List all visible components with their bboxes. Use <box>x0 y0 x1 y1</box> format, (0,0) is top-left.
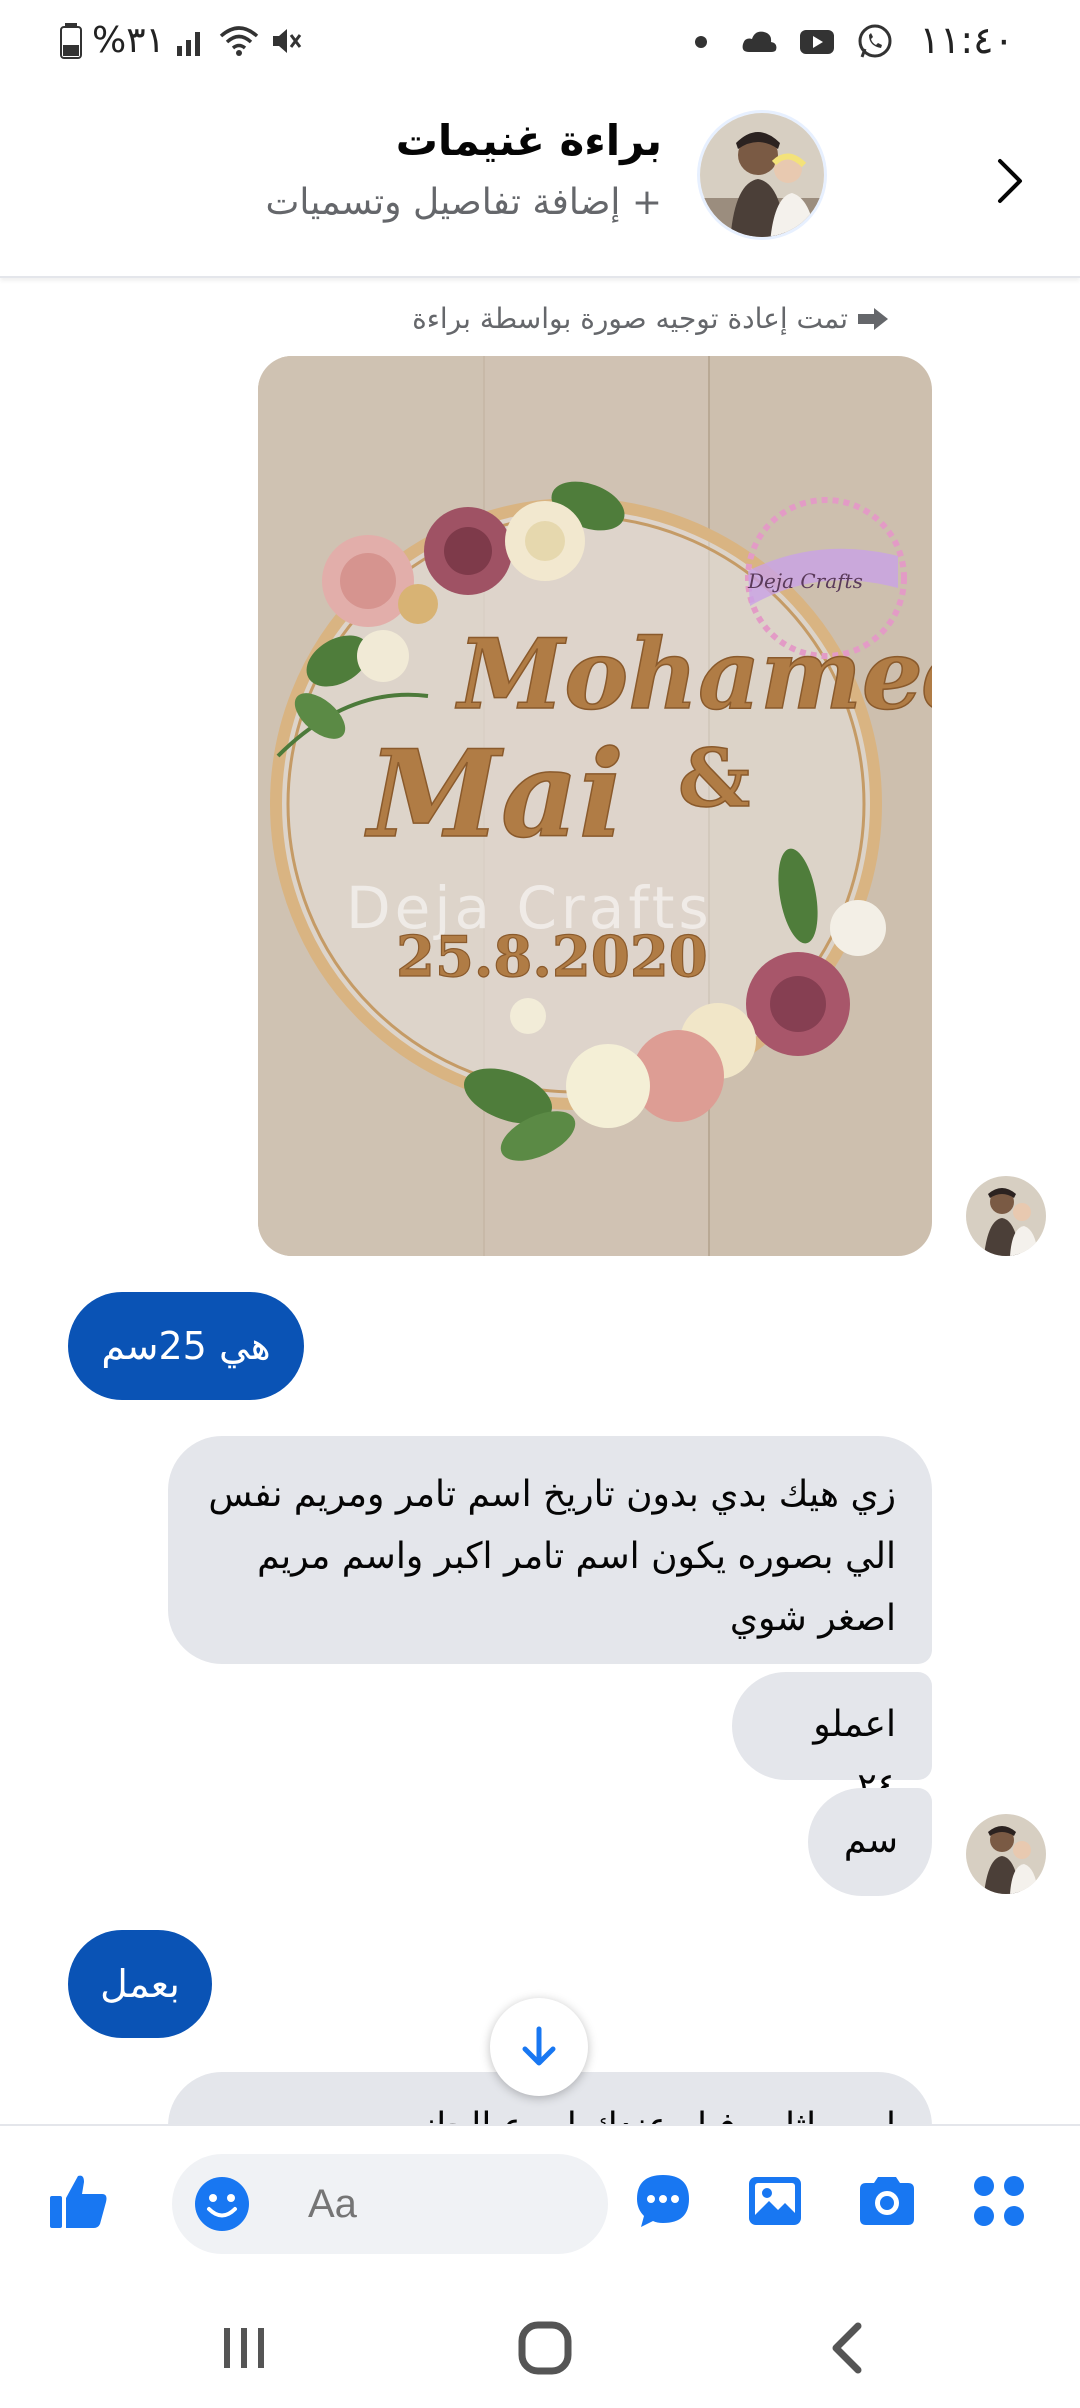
emoji-icon[interactable] <box>194 2176 250 2232</box>
chevron-right-icon <box>998 159 1022 203</box>
photo-name-2: Mai <box>364 724 624 865</box>
recent-apps-button[interactable] <box>204 2308 284 2388</box>
message-incoming[interactable]: سم <box>808 1788 932 1896</box>
message-incoming[interactable]: زي هيك بدي بدون تاريخ اسم تامر ومريم نفس… <box>168 1436 932 1664</box>
more-actions-button[interactable] <box>964 2166 1034 2236</box>
brand-badge-text: Deja Crafts <box>747 569 863 593</box>
recent-apps-icon <box>224 2328 264 2368</box>
system-nav-bar <box>0 2278 1080 2408</box>
avatar-image <box>966 1176 1046 1256</box>
sender-avatar[interactable] <box>966 1176 1046 1256</box>
status-time: ١١:٤٠ <box>919 18 1014 62</box>
camera-button[interactable] <box>852 2166 922 2236</box>
forwarded-photo[interactable]: Deja Crafts Mohamed & Mai Deja Crafts 25… <box>258 356 932 1256</box>
avatar-image <box>966 1814 1046 1894</box>
signal-icon <box>176 31 200 56</box>
avatar-image <box>700 113 824 237</box>
scroll-to-bottom-button[interactable] <box>490 1998 588 2096</box>
gallery-button[interactable] <box>740 2166 810 2236</box>
status-bar: %٣١ ١١:٤٠ <box>0 0 1080 86</box>
sender-avatar[interactable] <box>966 1814 1046 1894</box>
cloud-icon <box>742 31 777 52</box>
message-input-container[interactable] <box>172 2154 608 2254</box>
arrow-down-icon <box>522 2026 556 2066</box>
youtube-icon <box>800 30 834 54</box>
message-composer <box>0 2124 1080 2278</box>
add-details-link[interactable]: + إضافة تفاصيل وتسميات <box>266 182 663 223</box>
dot-icon <box>695 36 707 48</box>
back-button[interactable] <box>980 146 1040 216</box>
forward-note-text: تمت إعادة توجيه صورة بواسطة براءة <box>412 302 848 335</box>
image-icon <box>749 2177 801 2225</box>
message-incoming[interactable]: اعملو ٢٤ <box>732 1672 932 1807</box>
camera-icon <box>860 2177 914 2225</box>
forward-arrow-icon <box>858 307 888 330</box>
message-input[interactable] <box>308 2172 588 2236</box>
notification-icons <box>681 22 895 62</box>
photo-date: 25.8.2020 <box>396 924 708 990</box>
home-icon <box>518 2321 572 2375</box>
chat-extensions-button[interactable] <box>628 2166 698 2236</box>
whatsapp-icon <box>858 24 892 58</box>
contact-name[interactable]: براءة غنيمات <box>396 116 662 165</box>
photo-name-1: Mohamed <box>455 618 932 731</box>
status-left: %٣١ <box>60 20 303 61</box>
chat-header: براءة غنيمات + إضافة تفاصيل وتسميات <box>0 86 1080 278</box>
message-outgoing[interactable]: بعمل <box>68 1930 212 2038</box>
home-button[interactable] <box>505 2308 585 2388</box>
message-outgoing[interactable]: هي 25سم <box>68 1292 304 1400</box>
photo-image: Deja Crafts Mohamed & Mai Deja Crafts 25… <box>258 356 932 1256</box>
like-button[interactable] <box>44 2166 114 2236</box>
back-icon <box>832 2322 862 2374</box>
forward-note: تمت إعادة توجيه صورة بواسطة براءة <box>412 302 890 335</box>
back-nav-button[interactable] <box>806 2308 886 2388</box>
grid-menu-icon <box>974 2176 1024 2226</box>
chat-bubble-icon <box>637 2175 689 2227</box>
photo-ampersand: & <box>678 731 750 825</box>
contact-avatar[interactable] <box>697 110 827 240</box>
battery-percent: %٣١ <box>92 20 165 61</box>
mute-icon <box>272 28 302 53</box>
wifi-icon <box>219 25 259 56</box>
thumbs-up-icon <box>50 2175 107 2228</box>
battery-icon <box>60 22 82 59</box>
